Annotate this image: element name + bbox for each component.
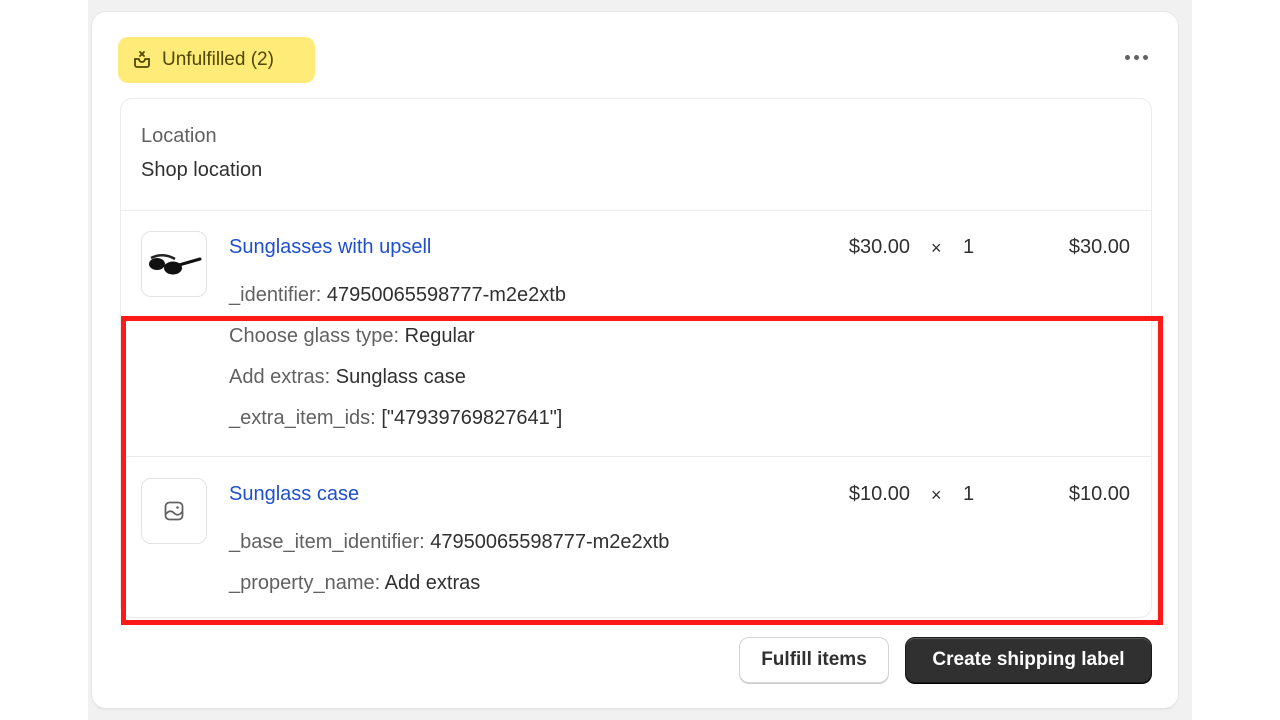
fulfill-items-button[interactable]: Fulfill items (739, 637, 889, 683)
location-label: Location (141, 125, 217, 147)
quantity: 1 (963, 236, 975, 258)
line-item-property: _extra_item_ids: ["47939769827641"] (229, 407, 562, 430)
status-badge-label: Unfulfilled (2) (162, 49, 274, 70)
image-placeholder-icon (164, 501, 184, 521)
product-thumbnail[interactable] (141, 478, 207, 544)
times-sign: × (931, 485, 942, 505)
line-total: $10.00 (1068, 483, 1130, 505)
property-key: Choose glass type: (229, 325, 400, 347)
property-key: _extra_item_ids: (229, 407, 376, 429)
line-item-property: _property_name: Add extras (229, 572, 480, 595)
quantity: 1 (963, 483, 975, 505)
line-item-title[interactable]: Sunglasses with upsell (229, 236, 431, 259)
property-key: _base_item_identifier: (229, 531, 425, 553)
line-total: $30.00 (1068, 236, 1130, 258)
divider (121, 456, 1151, 457)
sunglasses-product-image (149, 254, 202, 275)
location-value: Shop location (141, 159, 263, 181)
create-shipping-label-button[interactable]: Create shipping label (905, 637, 1152, 683)
property-value: 47950065598777-m2e2xtb (326, 284, 566, 306)
unit-price: $30.00 (848, 236, 910, 258)
property-value: 47950065598777-m2e2xtb (430, 531, 670, 553)
line-item-property: _base_item_identifier: 47950065598777-m2… (229, 531, 669, 554)
unit-price: $10.00 (848, 483, 910, 505)
property-key: _identifier: (229, 284, 322, 306)
property-key: Add extras: (229, 366, 331, 388)
line-item-title[interactable]: Sunglass case (229, 483, 359, 506)
divider (121, 210, 1151, 211)
line-item-property: Choose glass type: Regular (229, 325, 475, 348)
property-value: ["47939769827641"] (381, 407, 563, 429)
property-value: Regular (404, 325, 475, 347)
property-key: _property_name: (229, 572, 381, 594)
more-horizontal-icon (1124, 54, 1130, 60)
property-value: Sunglass case (335, 366, 466, 388)
more-actions-button[interactable] (1120, 46, 1152, 68)
line-item-property: _identifier: 47950065598777-m2e2xtb (229, 284, 566, 307)
times-sign: × (931, 238, 942, 258)
line-item-property: Add extras: Sunglass case (229, 366, 466, 389)
status-badge: Unfulfilled (2) (118, 37, 315, 83)
unfulfilled-box-icon (134, 51, 150, 68)
property-value: Add extras (384, 572, 481, 594)
product-thumbnail[interactable] (141, 231, 207, 297)
